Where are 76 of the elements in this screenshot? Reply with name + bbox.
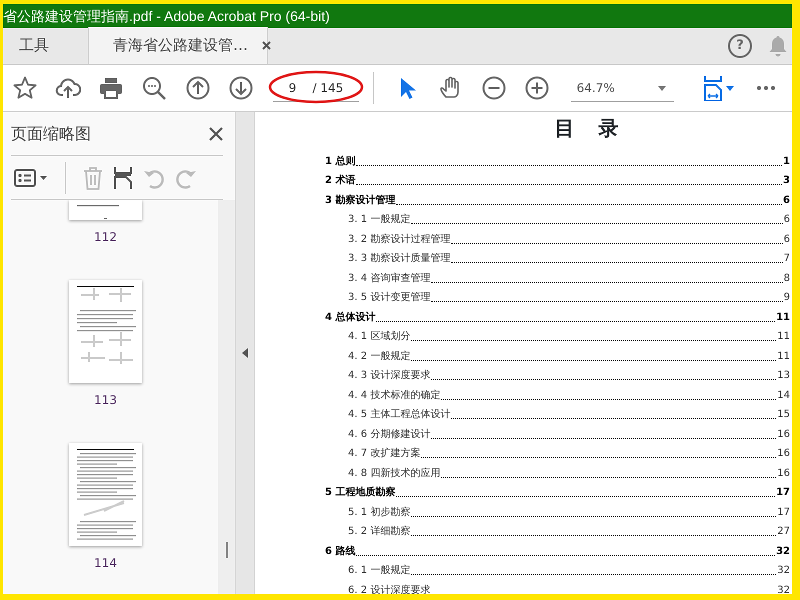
page-number: 6	[784, 214, 790, 226]
fit-width-icon	[704, 75, 722, 101]
zoom-out-icon	[480, 75, 507, 101]
toc-entry[interactable]: 6. 1 一般规定	[348, 565, 410, 577]
caret-icon	[40, 176, 46, 180]
page-number: 1	[783, 156, 790, 168]
toc-entry[interactable]: 6. 2 设计深度要求	[348, 584, 430, 594]
toc-entry[interactable]: 3. 5 设计变更管理	[348, 292, 430, 304]
panel-title: 页面缩略图	[11, 122, 91, 144]
toc-entry[interactable]: 4. 7 改扩建方案	[348, 448, 420, 460]
toc-entry[interactable]: 3. 1 一般规定	[348, 214, 410, 226]
zoom-in-icon	[524, 75, 550, 101]
page-number: 8	[784, 272, 790, 284]
printer-icon	[98, 75, 124, 101]
arrow-up-icon	[184, 75, 211, 101]
more-icon	[757, 86, 776, 90]
toc-entry[interactable]: 5. 2 详细勘察	[348, 526, 410, 538]
page-number: 15	[777, 409, 790, 421]
page-number: 13	[777, 370, 790, 382]
insert-page-icon[interactable]	[112, 166, 134, 190]
page-number: 32	[776, 546, 790, 558]
page-number: 7	[784, 253, 790, 265]
zoom-search-icon	[141, 75, 168, 101]
toc-entry[interactable]: 4 总体设计	[325, 312, 376, 324]
zoom-dropdown[interactable]: 64.7%	[570, 74, 674, 102]
page-number: 3	[783, 175, 790, 187]
document-tab[interactable]: 青海省公路建设管…	[88, 27, 268, 64]
page-number: 113	[94, 392, 117, 409]
toc-entry[interactable]: 3 勘察设计管理	[325, 194, 396, 206]
page-number: 32	[777, 565, 790, 577]
toc-entry[interactable]: 4. 8 四新技术的应用	[348, 468, 440, 480]
toc-entry[interactable]: 4. 6 分期修建设计	[348, 428, 430, 440]
page-number: 114	[94, 555, 117, 572]
list-icon	[14, 168, 36, 186]
page-number: 6	[784, 234, 790, 246]
page-number: 11	[777, 350, 790, 362]
toc-entry[interactable]: 4. 5 主体工程总体设计	[348, 409, 450, 421]
toc-entry[interactable]: 4. 2 一般规定	[348, 350, 410, 362]
collapse-icon[interactable]	[242, 348, 248, 358]
caret-icon	[658, 86, 666, 91]
close-icon[interactable]	[262, 41, 271, 50]
close-icon[interactable]	[209, 127, 223, 142]
arrow-down-icon	[228, 75, 254, 101]
toc-entry[interactable]: 3. 4 咨询审查管理	[348, 272, 430, 284]
page-number: 27	[777, 526, 790, 538]
page-number: 16	[777, 428, 790, 440]
page-number: 16	[777, 448, 790, 460]
scrollbar-thumb[interactable]	[226, 542, 228, 558]
page-number: 112	[94, 229, 117, 246]
page-number: 9	[784, 292, 790, 304]
page-number: 17	[777, 506, 790, 518]
page-number-field[interactable]: 9	[272, 78, 304, 96]
page-number: 17	[776, 487, 790, 499]
page-number: 11	[777, 331, 790, 343]
star-icon	[12, 75, 38, 101]
toc-entry[interactable]: 4. 1 区域划分	[348, 331, 410, 343]
page-number: 16	[777, 468, 790, 480]
window-title: 省公路建设管理指南.pdf - Adobe Acrobat Pro (64-bit)	[3, 4, 792, 28]
toc-entry[interactable]: 4. 3 设计深度要求	[348, 370, 430, 382]
toc-entry[interactable]: 6 路线	[325, 546, 356, 558]
caret-icon	[726, 86, 734, 92]
page-number: 6	[783, 194, 790, 206]
help-button[interactable]: ?	[728, 34, 752, 58]
page-count: / 145	[312, 80, 344, 96]
page-number: 11	[776, 312, 790, 324]
toc-entry[interactable]: 4. 4 技术标准的确定	[348, 390, 440, 402]
page-heading: 目 录	[554, 115, 622, 142]
document-tab[interactable]: 工具	[3, 27, 88, 64]
toc-entry[interactable]: 5 工程地质勘察	[325, 487, 396, 499]
toc-entry[interactable]: 3. 3 勘察设计质量管理	[348, 253, 450, 265]
page-number: 14	[777, 390, 790, 402]
toc-entry[interactable]: 1 总则	[325, 156, 356, 168]
toc-entry[interactable]: 5. 1 初步勘察	[348, 506, 410, 518]
page-number: 32	[777, 584, 790, 594]
toc-entry[interactable]: 2 术语	[325, 175, 356, 187]
toc-entry[interactable]: 3. 2 勘察设计过程管理	[348, 234, 450, 246]
